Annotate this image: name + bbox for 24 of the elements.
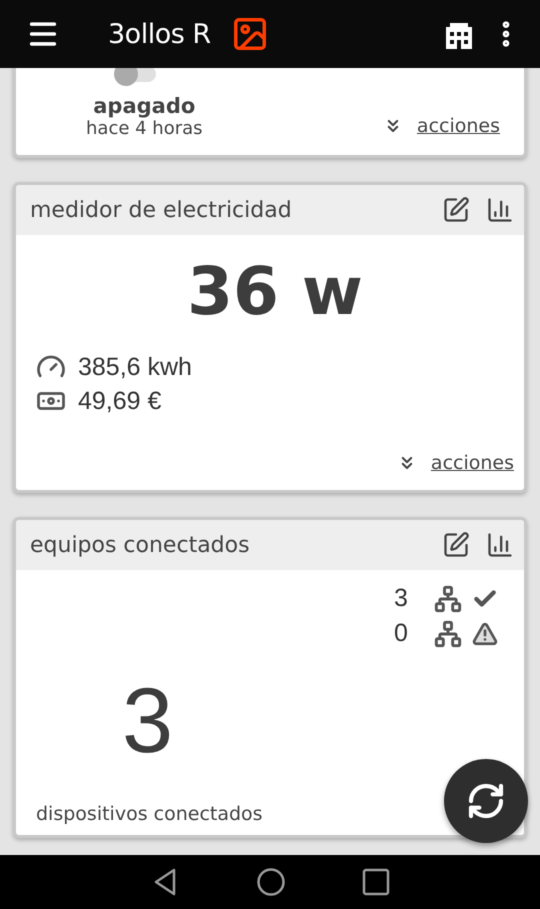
power-value: 36 w: [187, 253, 363, 330]
recents-icon[interactable]: [362, 868, 390, 896]
devices-label: dispositivos conectados: [36, 803, 264, 825]
bar-chart-icon[interactable]: [486, 531, 514, 559]
bar-chart-icon[interactable]: [486, 196, 514, 224]
device-count: 3: [122, 675, 174, 767]
edit-icon[interactable]: [442, 531, 470, 559]
warning-icon: [472, 620, 498, 646]
card-title: medidor de electricidad: [30, 198, 293, 222]
edit-icon[interactable]: [442, 196, 470, 224]
network-icon: [434, 584, 462, 612]
actions-link[interactable]: acciones: [382, 115, 500, 137]
state-text: apagado: [93, 94, 196, 118]
refresh-icon: [466, 781, 506, 821]
actions-link[interactable]: acciones: [396, 452, 514, 474]
stat-count: 0: [394, 619, 409, 648]
reading-text: 49,69 €: [78, 386, 162, 416]
app-title: 3ollos R: [108, 18, 211, 50]
reading-text: 385,6 kwh: [78, 352, 192, 382]
stat-count: 3: [394, 584, 409, 613]
time-text: hace 4 horas: [86, 118, 203, 139]
card-title: equipos conectados: [30, 532, 251, 558]
network-icon: [434, 620, 462, 648]
home-icon[interactable]: [256, 867, 286, 897]
